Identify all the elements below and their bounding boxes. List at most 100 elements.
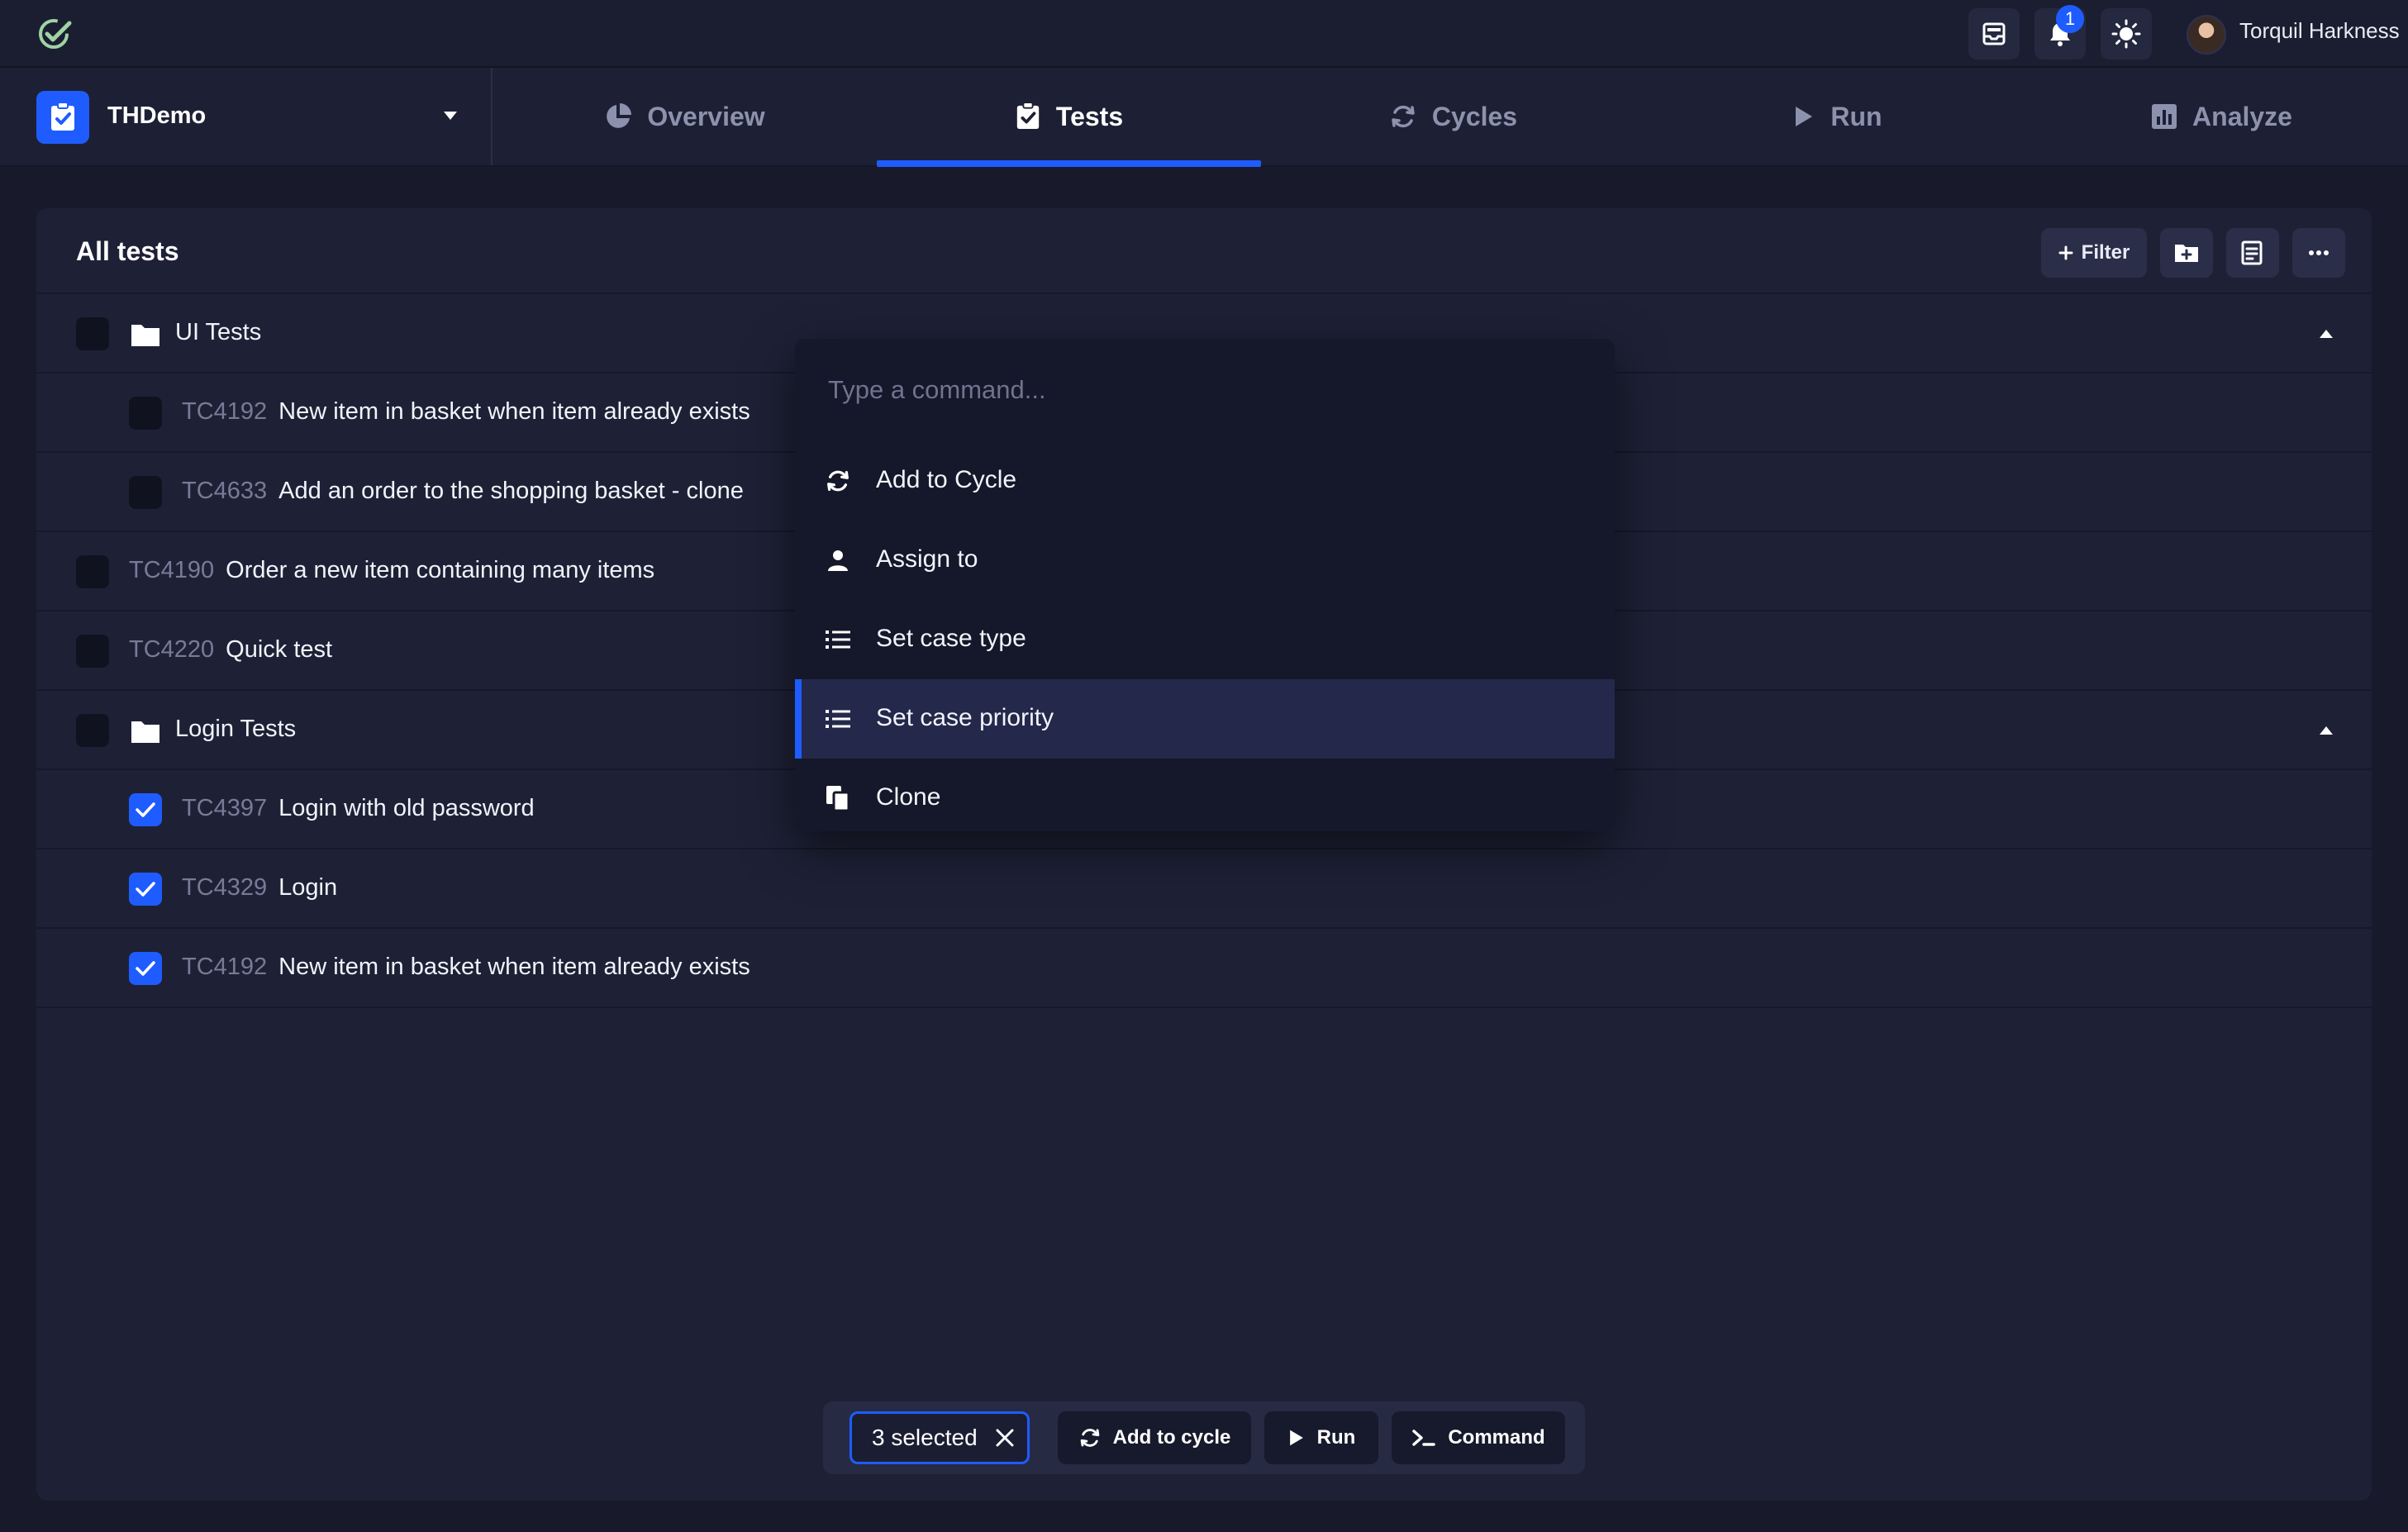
plus-icon <box>2058 245 2073 260</box>
case-name: New item in basket when item already exi… <box>278 954 750 980</box>
command-palette: Add to Cycle Assign to Set case type Set <box>795 339 1615 831</box>
case-id: TC4397 <box>182 795 268 821</box>
clipboard-check-icon <box>51 102 74 131</box>
bulk-action-bar: 3 selected Add to cycle Run Command <box>823 1401 1585 1474</box>
page-title: All tests <box>76 236 179 266</box>
command-label: Set case type <box>876 625 1026 652</box>
document-edit-icon <box>2241 240 2263 265</box>
top-bar: 1 Torquil Harkness <box>0 0 2408 68</box>
close-icon[interactable] <box>994 1427 1016 1449</box>
case-name: Order a new item containing many items <box>226 557 655 583</box>
row-checkbox-checked[interactable] <box>129 952 162 985</box>
play-icon <box>1796 107 1813 126</box>
bar-chart-icon <box>2152 104 2177 129</box>
sun-icon <box>2111 19 2141 49</box>
play-icon <box>1289 1430 1303 1446</box>
table-row[interactable]: TC4329 Login <box>36 849 2372 929</box>
tab-tests-label: Tests <box>1055 101 1124 131</box>
command-clone[interactable]: Clone <box>795 759 1615 831</box>
command-set-case-type[interactable]: Set case type <box>795 600 1615 679</box>
tab-cycles[interactable]: Cycles <box>1261 68 1645 165</box>
selection-count-pill[interactable]: 3 selected <box>849 1411 1030 1464</box>
case-id: TC4329 <box>182 874 268 901</box>
notifications-button[interactable]: 1 <box>2034 5 2086 59</box>
tab-tests[interactable]: Tests <box>877 68 1261 165</box>
notification-badge: 1 <box>2056 5 2084 33</box>
case-id: TC4192 <box>182 398 268 425</box>
case-name: Add an order to the shopping basket - cl… <box>278 478 744 504</box>
user-icon <box>823 545 853 575</box>
row-checkbox[interactable] <box>76 635 109 668</box>
command-input[interactable] <box>795 339 1615 441</box>
row-checkbox[interactable] <box>76 714 109 747</box>
new-test-button[interactable] <box>2226 228 2279 278</box>
row-checkbox-checked[interactable] <box>129 793 162 826</box>
test-case-label: TC4190 Order a new item containing many i… <box>129 557 654 584</box>
cycle-icon <box>823 466 853 496</box>
add-to-cycle-button[interactable]: Add to cycle <box>1058 1411 1251 1464</box>
command-label: Assign to <box>876 545 978 573</box>
chevron-up-icon[interactable] <box>2319 329 2334 339</box>
avatar[interactable] <box>2187 15 2226 55</box>
test-case-label: TC4192 New item in basket when item alrea… <box>182 954 750 981</box>
tab-analyze[interactable]: Analyze <box>2030 68 2408 165</box>
chevron-up-icon[interactable] <box>2319 726 2334 735</box>
case-id: TC4220 <box>129 636 215 663</box>
copy-icon <box>823 783 853 813</box>
command-assign-to[interactable]: Assign to <box>795 521 1615 600</box>
tab-run[interactable]: Run <box>1645 68 2030 165</box>
folder-icon <box>131 721 159 743</box>
filter-button[interactable]: Filter <box>2041 228 2147 278</box>
tab-overview[interactable]: Overview <box>493 68 877 165</box>
case-name: New item in basket when item already exi… <box>278 398 750 425</box>
command-add-to-cycle[interactable]: Add to Cycle <box>795 441 1615 521</box>
cycle-icon <box>1080 1429 1099 1447</box>
main-navigation: THDemo Overview Tests Cycles Run Analyze <box>0 68 2408 167</box>
folder-name: Login Tests <box>175 716 297 742</box>
check-icon <box>136 802 155 817</box>
row-checkbox-checked[interactable] <box>129 873 162 906</box>
command-label: Set case priority <box>876 704 1054 731</box>
inbox-icon <box>1982 22 2006 45</box>
command-label: Clone <box>876 783 941 811</box>
command-set-case-priority[interactable]: Set case priority <box>795 679 1615 759</box>
check-icon <box>136 961 155 976</box>
selection-count: 3 selected <box>872 1425 978 1450</box>
add-to-cycle-label: Add to cycle <box>1112 1426 1231 1449</box>
row-checkbox[interactable] <box>76 555 109 588</box>
chevron-down-icon[interactable] <box>443 111 458 121</box>
project-selector[interactable]: THDemo <box>0 68 493 165</box>
row-checkbox[interactable] <box>76 317 109 350</box>
panel-header: All tests Filter <box>36 208 2372 294</box>
command-label: Add to Cycle <box>876 466 1017 493</box>
tab-overview-label: Overview <box>647 101 765 131</box>
row-checkbox[interactable] <box>129 397 162 430</box>
row-checkbox[interactable] <box>129 476 162 509</box>
app-logo-icon[interactable] <box>36 15 74 53</box>
run-button[interactable]: Run <box>1264 1411 1378 1464</box>
pie-chart-icon <box>607 103 632 128</box>
case-name: Quick test <box>226 636 333 663</box>
inbox-button[interactable] <box>1968 8 2020 59</box>
test-case-label: TC4220 Quick test <box>129 636 332 664</box>
user-name[interactable]: Torquil Harkness <box>2239 18 2400 44</box>
list-icon <box>823 625 853 654</box>
command-label: Command <box>1448 1426 1545 1449</box>
tab-cycles-label: Cycles <box>1431 101 1518 131</box>
new-folder-button[interactable] <box>2160 228 2213 278</box>
list-icon <box>823 704 853 734</box>
project-icon <box>36 91 89 144</box>
more-horizontal-icon <box>2309 250 2329 255</box>
active-tab-indicator <box>877 160 1261 167</box>
command-button[interactable]: Command <box>1392 1411 1565 1464</box>
run-label: Run <box>1316 1426 1356 1449</box>
case-id: TC4190 <box>129 557 215 583</box>
case-name: Login with old password <box>278 795 535 821</box>
test-case-label: TC4329 Login <box>182 874 337 902</box>
terminal-icon <box>1412 1430 1436 1446</box>
table-row[interactable]: TC4192 New item in basket when item alrea… <box>36 929 2372 1008</box>
more-options-button[interactable] <box>2292 228 2345 278</box>
tab-analyze-label: Analyze <box>2192 101 2292 131</box>
check-icon <box>136 882 155 897</box>
theme-toggle-button[interactable] <box>2101 8 2152 59</box>
